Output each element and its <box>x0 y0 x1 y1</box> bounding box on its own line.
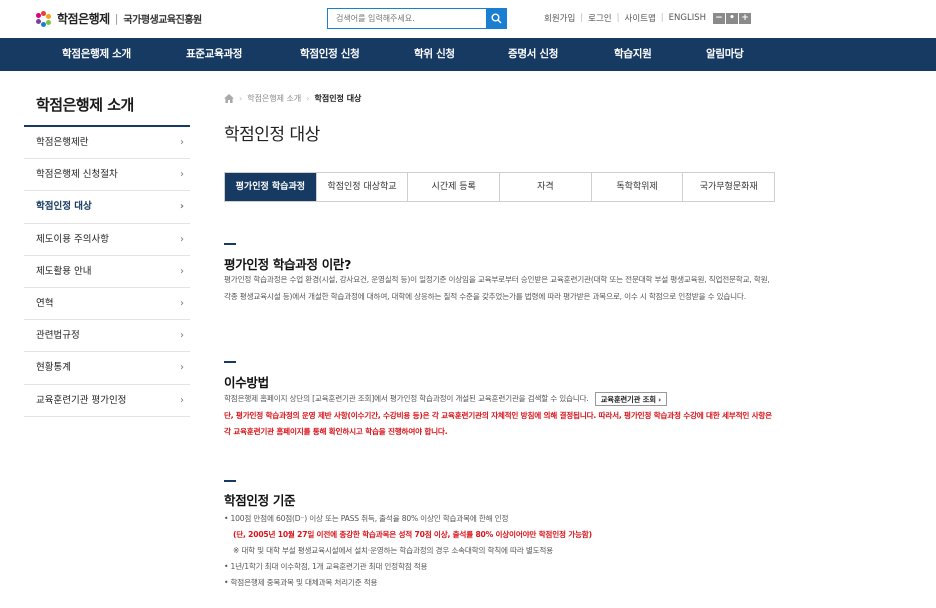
tab-recognized-schools[interactable]: 학점인정 대상학교 <box>317 173 409 201</box>
section-marker <box>224 480 236 482</box>
tab-intangible-heritage[interactable]: 국가무형문화재 <box>683 173 774 201</box>
section-heading: 평가인정 학습과정 이란? <box>224 257 352 272</box>
top-header: 학점은행제 | 국가평생교육진흥원 회원가입 | 로그인 | 사이트맵 | EN… <box>0 0 936 38</box>
main-nav: 학점은행제 소개 표준교육과정 학점인정 신청 학위 신청 증명서 신청 학습지… <box>0 38 936 71</box>
chevron-right-icon: › <box>180 233 184 245</box>
breadcrumb-item[interactable]: 학점은행제 소개 <box>247 93 301 104</box>
zoom-controls: − • + <box>712 12 752 24</box>
nav-item-credit-apply[interactable]: 학점인정 신청 <box>300 38 360 71</box>
section-heading: 학점인정 기준 <box>224 493 296 508</box>
chevron-right-icon: › <box>180 265 184 277</box>
sidebar-item-label: 학점은행제란 <box>36 137 89 148</box>
sidebar-item[interactable]: 연혁 › <box>24 288 190 321</box>
sidebar-item-label: 제도활용 안내 <box>36 265 92 277</box>
chevron-right-icon: › <box>180 297 184 309</box>
sidebar-item-label: 학점은행제 신청절차 <box>36 169 118 181</box>
tab-part-time[interactable]: 시간제 등록 <box>408 173 501 201</box>
search-input[interactable] <box>327 8 486 29</box>
sidebar-item[interactable]: 제도활용 안내 › <box>24 256 190 288</box>
sidebar-item-label: 제도이용 주의사항 <box>36 233 109 245</box>
util-separator: | <box>580 13 584 23</box>
nav-item-certificate[interactable]: 증명서 신청 <box>508 38 558 71</box>
chevron-right-icon: › <box>180 330 184 342</box>
sidebar-item-active[interactable]: 학점인정 대상 › <box>24 191 190 224</box>
zoom-reset-button[interactable]: • <box>726 12 739 24</box>
list-item: • 1년/1학기 최대 이수학점, 1개 교육훈련기관 최대 인정학점 적용 <box>224 562 428 571</box>
breadcrumb-separator: › <box>239 94 243 103</box>
page-title: 학점인정 대상 <box>224 125 320 145</box>
section-marker <box>224 243 236 245</box>
sidebar-item-label: 관련법규정 <box>36 330 80 342</box>
sidebar-item-label: 현황통계 <box>36 362 71 374</box>
list-item: • 학점은행제 중복과목 및 대체과목 처리기준 적용 <box>224 578 378 587</box>
notice-text: 단, 평가인정 학습과정의 운영 제반 사항(이수기간, 수강비용 등)은 각 … <box>224 410 772 437</box>
utility-links: 회원가입 | 로그인 | 사이트맵 | ENGLISH − • + <box>544 12 752 24</box>
english-link[interactable]: ENGLISH <box>669 13 706 23</box>
section-body-text: 학점은행제 홈페이지 상단의 [교육훈련기관 조회]에서 평가인정 학습과정이 … <box>224 394 589 403</box>
breadcrumb: › 학점은행제 소개 › 학점인정 대상 <box>224 93 361 104</box>
tab-self-study-degree[interactable]: 독학학위제 <box>592 173 684 201</box>
sidebar-item-label: 연혁 <box>36 297 54 309</box>
sidebar-item[interactable]: 학점은행제 신청절차 › <box>24 159 190 192</box>
search-box <box>327 8 507 29</box>
breadcrumb-separator: › <box>306 94 310 103</box>
chevron-right-icon: › <box>180 137 184 148</box>
util-separator: | <box>616 13 620 23</box>
sidebar-item[interactable]: 학점은행제란 › <box>24 127 190 160</box>
list-item-note: ※ 대학 및 대학 부설 평생교육시설에서 설치·운영하는 학습과정의 경우 소… <box>233 546 553 555</box>
chevron-right-icon: › <box>180 394 184 406</box>
sidebar-item[interactable]: 제도이용 주의사항 › <box>24 224 190 256</box>
institution-search-button[interactable]: 교육훈련기관 조회 › <box>594 392 668 406</box>
logo-subtitle: 국가평생교육진흥원 <box>123 15 202 26</box>
logo-separator: | <box>114 12 119 25</box>
sidebar-item-label: 교육훈련기관 평가인정 <box>36 394 127 406</box>
nav-item-degree-apply[interactable]: 학위 신청 <box>414 38 455 71</box>
signup-link[interactable]: 회원가입 <box>544 12 575 24</box>
section-body: 평가인정 학습과정은 수업 환경(시설, 강사요건, 운영실적 등)이 일정기준… <box>224 275 770 301</box>
tab-license[interactable]: 자격 <box>500 173 592 201</box>
sidebar-item[interactable]: 교육훈련기관 평가인정 › <box>24 385 190 417</box>
nav-item-curriculum[interactable]: 표준교육과정 <box>186 38 242 71</box>
util-separator: | <box>660 13 664 23</box>
sidebar-menu: 학점은행제란 › 학점은행제 신청절차 › 학점인정 대상 › 제도이용 주의사항 › … <box>24 127 190 417</box>
zoom-in-button[interactable]: + <box>739 12 752 24</box>
criteria-list: • 100점 만점에 60점(D⁻) 이상 또는 PASS 취득, 출석율 80… <box>224 511 776 591</box>
content-tabs: 평가인정 학습과정 학점인정 대상학교 시간제 등록 자격 독학학위제 국가무형… <box>224 172 775 202</box>
login-link[interactable]: 로그인 <box>588 12 611 24</box>
breadcrumb-current: 학점인정 대상 <box>314 94 362 103</box>
tab-evaluated-courses[interactable]: 평가인정 학습과정 <box>225 173 317 201</box>
nav-item-intro[interactable]: 학점은행제 소개 <box>62 38 131 71</box>
section-body: 학점은행제 홈페이지 상단의 [교육훈련기관 조회]에서 평가인정 학습과정이 … <box>224 391 776 441</box>
section-heading: 이수방법 <box>224 375 269 390</box>
sidebar-item[interactable]: 현황통계 › <box>24 352 190 385</box>
home-icon[interactable] <box>224 94 234 103</box>
search-button[interactable] <box>486 8 507 29</box>
zoom-out-button[interactable]: − <box>713 12 726 24</box>
nav-item-learning-support[interactable]: 학습지원 <box>614 38 652 71</box>
list-item-note: (단, 2005년 10월 27일 이전에 종강한 학습과목은 성적 70점 이… <box>233 530 592 539</box>
chevron-right-icon: › <box>180 362 184 374</box>
chevron-right-icon: › <box>180 169 184 181</box>
sitemap-link[interactable]: 사이트맵 <box>625 12 656 24</box>
sidebar-item-label: 학점인정 대상 <box>36 201 92 213</box>
nav-item-notice[interactable]: 알림마당 <box>706 38 744 71</box>
site-logo[interactable]: 학점은행제 | 국가평생교육진흥원 <box>36 10 202 27</box>
section-marker <box>224 361 236 363</box>
sidebar-item[interactable]: 관련법규정 › <box>24 320 190 353</box>
logo-title: 학점은행제 <box>57 12 110 26</box>
list-item: • 100점 만점에 60점(D⁻) 이상 또는 PASS 취득, 출석율 80… <box>224 514 509 523</box>
sidebar-title: 학점은행제 소개 <box>36 96 134 114</box>
logo-flower-icon <box>36 10 52 27</box>
search-icon <box>491 13 502 24</box>
chevron-right-icon: › <box>179 201 184 213</box>
